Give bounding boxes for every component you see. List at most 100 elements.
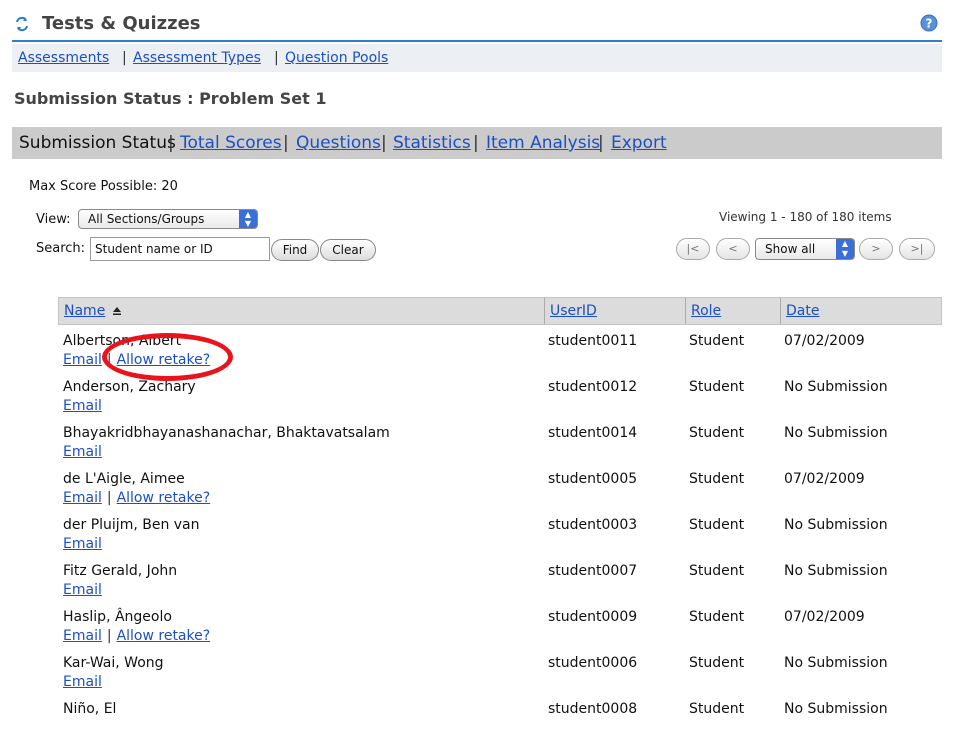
student-userid: student0005 xyxy=(548,471,638,487)
subnav-separator: | xyxy=(473,133,479,153)
student-name: Kar-Wai, Wong xyxy=(63,655,164,671)
allow-retake-link[interactable]: Allow retake? xyxy=(117,628,211,644)
page-size-value: Show all xyxy=(765,242,816,256)
submission-date: No Submission xyxy=(784,701,888,717)
table-row: Niño, El student0008 Student No Submissi… xyxy=(58,695,942,741)
student-role: Student xyxy=(689,425,745,441)
student-role: Student xyxy=(689,609,745,625)
table-row: Albertson, Albert student0011 Student 07… xyxy=(58,327,942,373)
student-name: Albertson, Albert xyxy=(63,333,182,349)
select-arrows-icon: ▲ ▼ xyxy=(239,210,257,228)
student-role: Student xyxy=(689,471,745,487)
select-arrows-icon: ▲ ▼ xyxy=(836,239,854,259)
link-separator: | xyxy=(106,628,112,644)
table-row: der Pluijm, Ben van student0003 Student … xyxy=(58,511,942,557)
page-size-select[interactable]: Show all ▲ ▼ xyxy=(755,238,855,260)
email-link[interactable]: Email xyxy=(63,674,102,690)
email-link[interactable]: Email xyxy=(63,536,102,552)
nav-question-pools[interactable]: Question Pools xyxy=(285,50,388,66)
header-role-label[interactable]: Role xyxy=(686,303,721,319)
subnav-total-scores[interactable]: Total Scores xyxy=(180,133,282,153)
student-userid: student0009 xyxy=(548,609,638,625)
subnav-questions[interactable]: Questions xyxy=(296,133,381,153)
table-row: Fitz Gerald, John student0007 Student No… xyxy=(58,557,942,603)
email-link[interactable]: Email xyxy=(63,352,102,368)
submission-date: No Submission xyxy=(784,379,888,395)
header-role[interactable]: Role xyxy=(685,298,780,324)
subnav-statistics[interactable]: Statistics xyxy=(393,133,471,153)
subnav-export[interactable]: Export xyxy=(611,133,667,153)
last-page-button[interactable]: >| xyxy=(899,238,935,260)
submission-date: No Submission xyxy=(784,517,888,533)
next-page-button[interactable]: > xyxy=(859,238,893,260)
allow-retake-link[interactable]: Allow retake? xyxy=(117,490,211,506)
header-name[interactable]: Name xyxy=(59,298,122,324)
header-name-label[interactable]: Name xyxy=(59,303,105,319)
email-link[interactable]: Email xyxy=(63,628,102,644)
student-name: der Pluijm, Ben van xyxy=(63,517,200,533)
table-row: de L'Aigle, Aimee student0005 Student 07… xyxy=(58,465,942,511)
student-name: Niño, El xyxy=(63,701,117,717)
table-row: Haslip, Ângeolo student0009 Student 07/0… xyxy=(58,603,942,649)
view-label: View: xyxy=(36,212,71,227)
tool-title: Tests & Quizzes xyxy=(42,13,201,34)
header-userid[interactable]: UserID xyxy=(544,298,685,324)
search-label: Search: xyxy=(36,241,86,256)
find-button[interactable]: Find xyxy=(271,239,319,261)
sort-ascending-icon xyxy=(112,307,121,315)
student-name: Haslip, Ângeolo xyxy=(63,609,172,625)
reload-icon[interactable] xyxy=(14,16,30,32)
student-name: Anderson, Zachary xyxy=(63,379,196,395)
email-link[interactable]: Email xyxy=(63,398,102,414)
sub-nav: Submission Status | Total Scores | Quest… xyxy=(12,127,942,159)
student-userid: student0012 xyxy=(548,379,638,395)
max-score: Max Score Possible: 20 xyxy=(29,179,178,194)
email-link[interactable]: Email xyxy=(63,582,102,598)
student-userid: student0014 xyxy=(548,425,638,441)
link-separator: | xyxy=(106,490,112,506)
student-role: Student xyxy=(689,563,745,579)
section-select-value: All Sections/Groups xyxy=(88,212,205,226)
student-name: Bhayakridbhayanashanachar, Bhaktavatsala… xyxy=(63,425,390,441)
nav-separator: | xyxy=(274,50,279,66)
table-header: Name UserID Role Date xyxy=(58,297,942,325)
allow-retake-link[interactable]: Allow retake? xyxy=(117,352,211,368)
student-userid: student0007 xyxy=(548,563,638,579)
nav-separator: | xyxy=(122,50,127,66)
nav-assessments[interactable]: Assessments xyxy=(18,50,109,66)
student-role: Student xyxy=(689,333,745,349)
header-userid-label[interactable]: UserID xyxy=(545,303,597,319)
submission-date: 07/02/2009 xyxy=(784,333,865,349)
email-link[interactable]: Email xyxy=(63,490,102,506)
submission-date: No Submission xyxy=(784,563,888,579)
search-input[interactable] xyxy=(90,237,270,261)
student-userid: student0006 xyxy=(548,655,638,671)
student-role: Student xyxy=(689,379,745,395)
subnav-separator: | xyxy=(283,133,289,153)
subnav-item-analysis[interactable]: Item Analysis xyxy=(486,133,600,153)
prev-page-button[interactable]: < xyxy=(716,238,750,260)
header-date-label[interactable]: Date xyxy=(781,303,819,319)
top-nav: Assessments | Assessment Types | Questio… xyxy=(12,44,942,72)
nav-assessment-types[interactable]: Assessment Types xyxy=(133,50,261,66)
viewing-count: Viewing 1 - 180 of 180 items xyxy=(719,210,892,224)
header-date[interactable]: Date xyxy=(780,298,941,324)
student-userid: student0003 xyxy=(548,517,638,533)
student-name: de L'Aigle, Aimee xyxy=(63,471,185,487)
subnav-current: Submission Status xyxy=(19,133,176,153)
tool-title-bar: Tests & Quizzes ? xyxy=(12,8,942,42)
email-link[interactable]: Email xyxy=(63,444,102,460)
table-row: Anderson, Zachary student0012 Student No… xyxy=(58,373,942,419)
table-row: Bhayakridbhayanashanachar, Bhaktavatsala… xyxy=(58,419,942,465)
clear-button[interactable]: Clear xyxy=(320,239,376,261)
section-select[interactable]: All Sections/Groups ▲ ▼ xyxy=(78,209,258,229)
submission-date: No Submission xyxy=(784,425,888,441)
student-userid: student0008 xyxy=(548,701,638,717)
first-page-button[interactable]: |< xyxy=(676,238,710,260)
subnav-separator: | xyxy=(168,133,174,153)
submission-date: 07/02/2009 xyxy=(784,471,865,487)
submission-date: No Submission xyxy=(784,655,888,671)
help-icon[interactable]: ? xyxy=(920,14,938,32)
student-name: Fitz Gerald, John xyxy=(63,563,178,579)
student-role: Student xyxy=(689,701,745,717)
